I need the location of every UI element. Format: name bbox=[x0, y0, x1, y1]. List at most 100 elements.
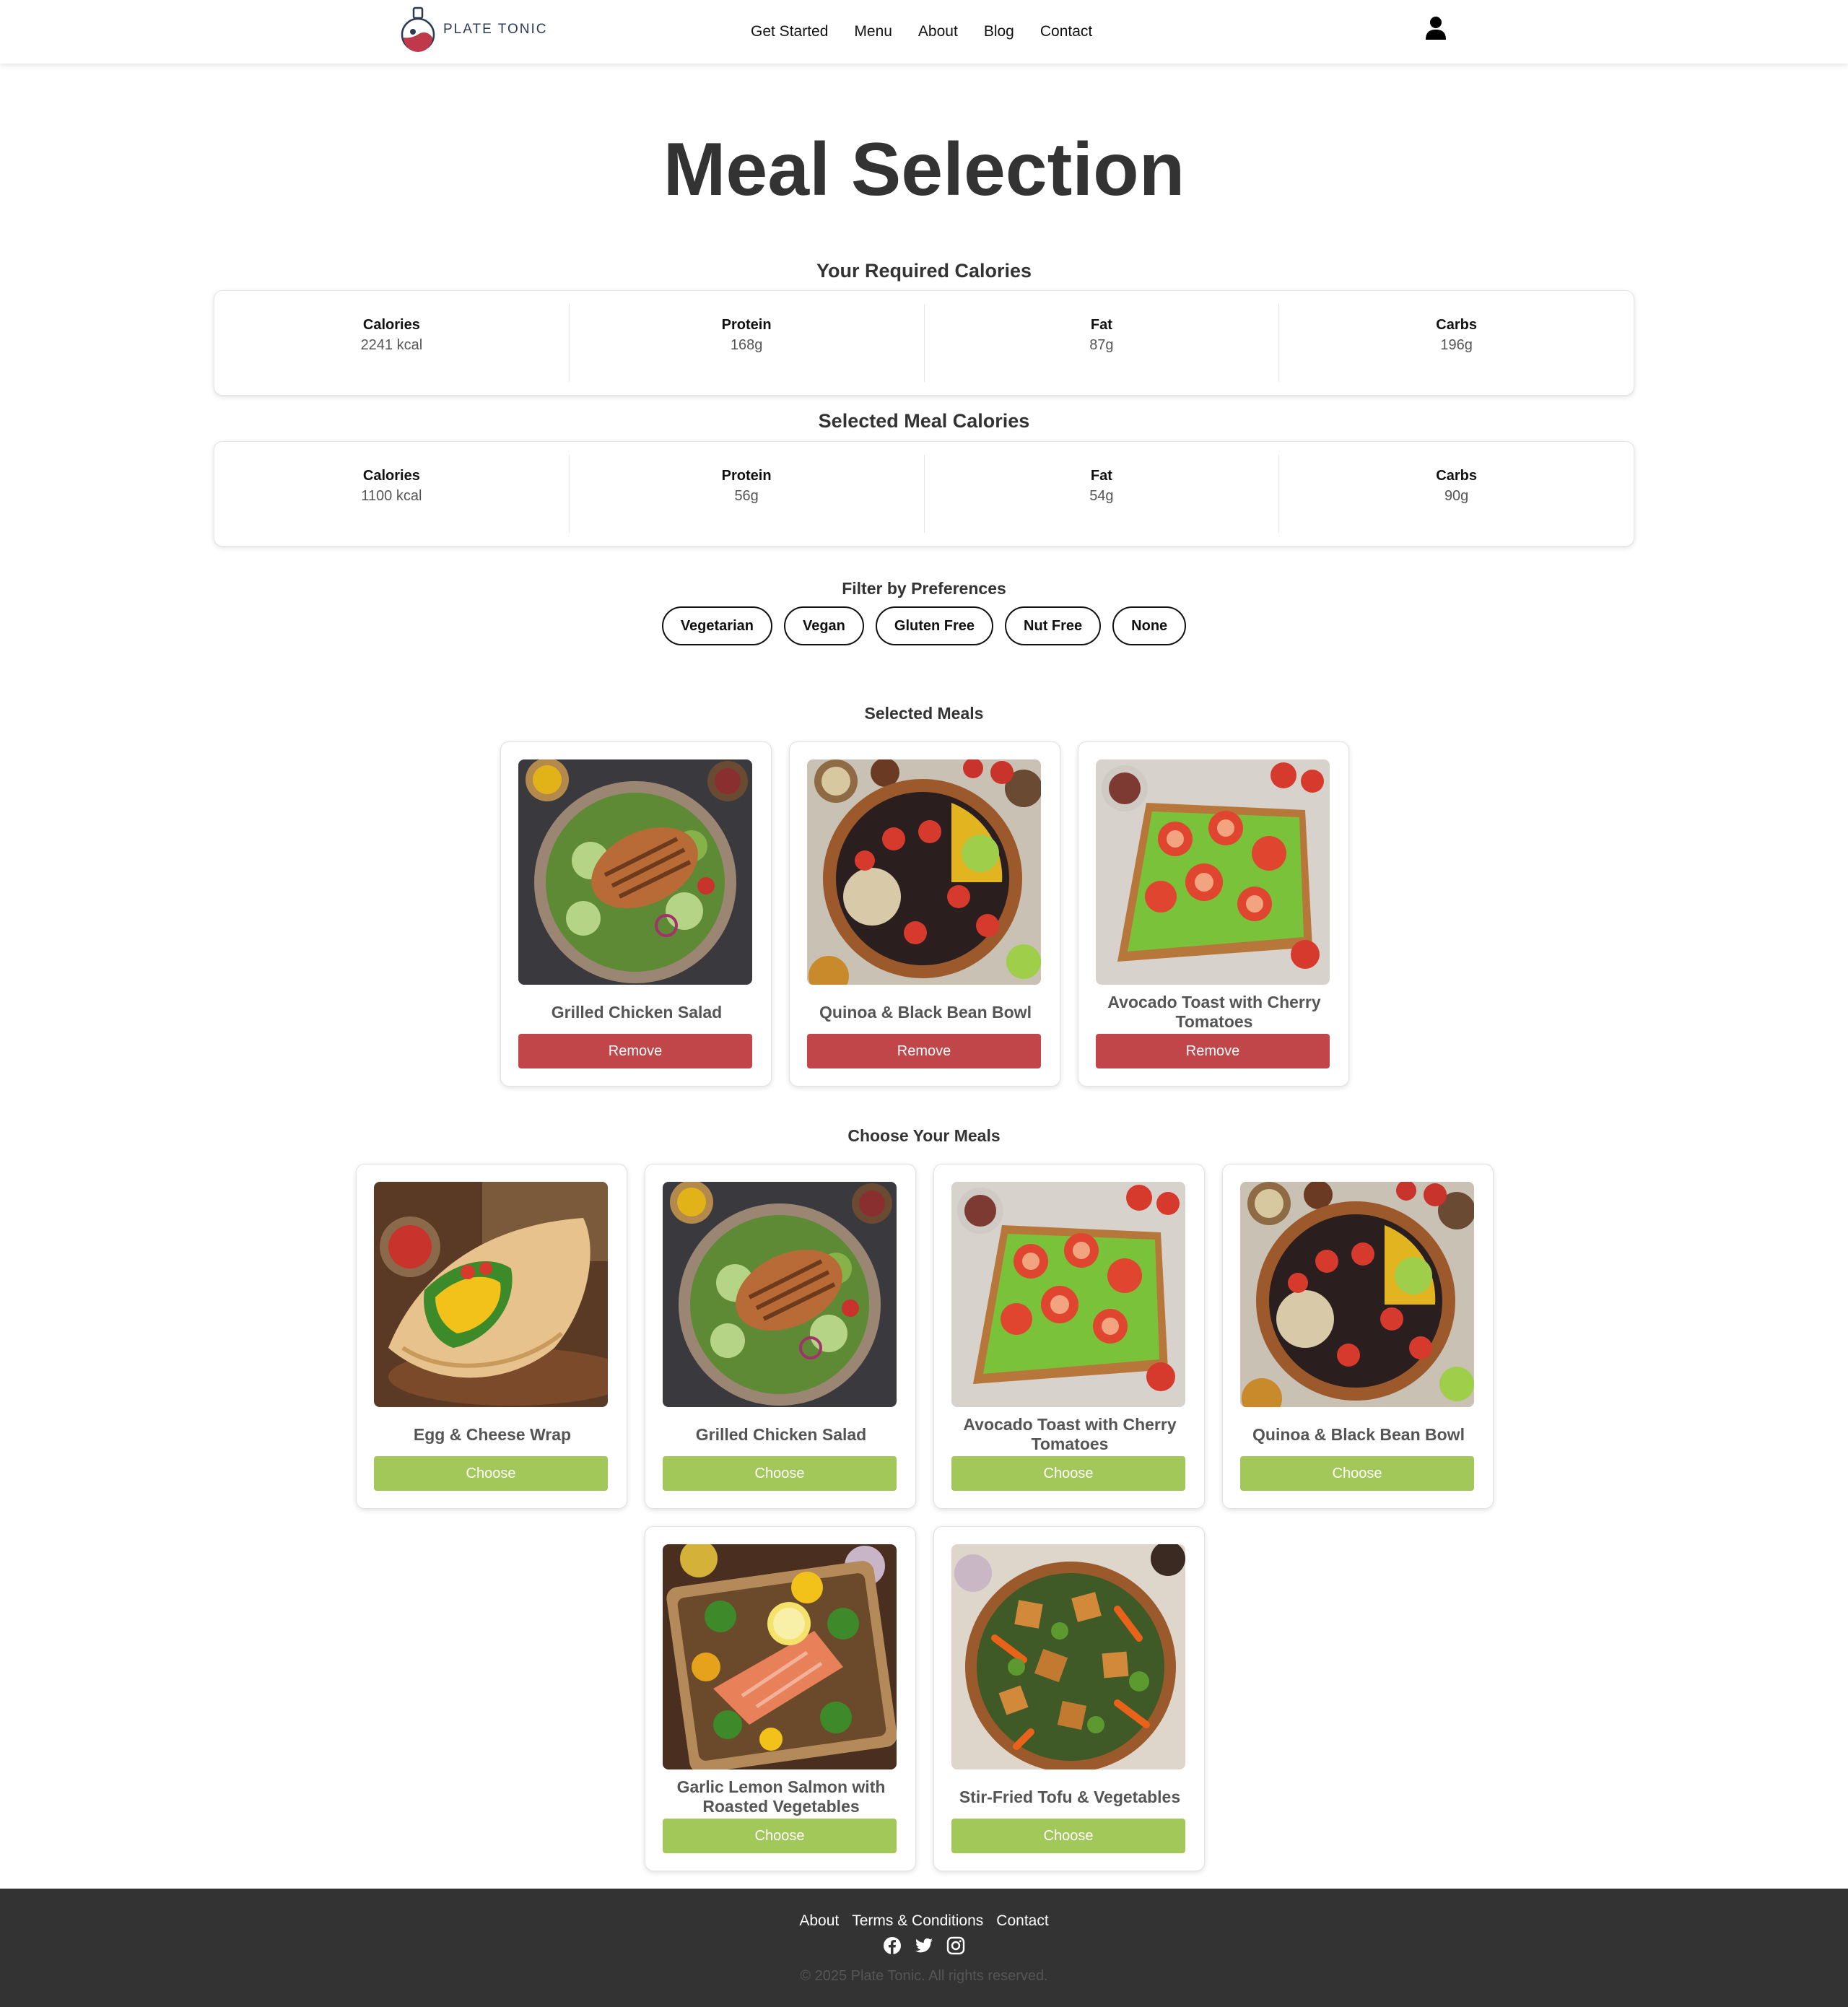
stat-label: Fat bbox=[1090, 317, 1112, 333]
nav-contact[interactable]: Contact bbox=[1040, 19, 1092, 45]
choose-meal-button[interactable]: Choose bbox=[1240, 1456, 1474, 1491]
selected-calories-panel: Calories 1100 kcal Protein 56g Fat 54g C… bbox=[214, 441, 1634, 547]
footer-links: About Terms & Conditions Contact bbox=[0, 1910, 1848, 1932]
meal-option-card: Avocado Toast with Cherry Tomatoes Choos… bbox=[933, 1164, 1205, 1509]
stat-value: 54g bbox=[1089, 488, 1114, 504]
required-fat-stat: Fat 87g bbox=[925, 304, 1280, 382]
selected-meal-card: Quinoa & Black Bean Bowl Remove bbox=[789, 741, 1060, 1087]
chicken-salad-photo bbox=[663, 1182, 897, 1407]
selected-meals-title: Selected Meals bbox=[864, 704, 984, 723]
quinoa-bowl-image bbox=[807, 759, 1041, 985]
remove-meal-button[interactable]: Remove bbox=[1096, 1034, 1330, 1068]
meal-name: Egg & Cheese Wrap bbox=[413, 1424, 572, 1444]
selected-meal-card: Grilled Chicken Salad Remove bbox=[500, 741, 772, 1087]
facebook-icon[interactable] bbox=[883, 1936, 902, 1955]
stat-value: 168g bbox=[730, 337, 763, 353]
site-header: PLATE TONIC Get Started Menu About Blog … bbox=[0, 0, 1848, 64]
stat-label: Carbs bbox=[1436, 317, 1477, 333]
chicken-salad-image bbox=[663, 1182, 897, 1407]
choose-meal-button[interactable]: Choose bbox=[663, 1819, 897, 1853]
meal-name: Stir-Fried Tofu & Vegetables bbox=[959, 1787, 1181, 1806]
nav-blog[interactable]: Blog bbox=[984, 19, 1014, 45]
required-calories-title: Your Required Calories bbox=[816, 260, 1032, 282]
selected-calories-stat: Calories 1100 kcal bbox=[214, 455, 570, 533]
choose-meals-title: Choose Your Meals bbox=[847, 1126, 1001, 1145]
logo[interactable]: PLATE TONIC bbox=[398, 6, 547, 53]
stat-label: Protein bbox=[721, 468, 772, 484]
site-footer: About Terms & Conditions Contact © 2025 … bbox=[0, 1889, 1848, 2007]
chicken-salad-photo bbox=[518, 759, 752, 985]
quinoa-bowl-photo bbox=[807, 759, 1041, 985]
filter-gluten-free-button[interactable]: Gluten Free bbox=[875, 606, 994, 645]
selected-carbs-stat: Carbs 90g bbox=[1279, 455, 1634, 533]
social-links bbox=[0, 1936, 1848, 1955]
meal-name: Garlic Lemon Salmon with Roasted Vegetab… bbox=[676, 1777, 886, 1816]
stat-label: Protein bbox=[721, 317, 772, 333]
meal-name: Quinoa & Black Bean Bowl bbox=[819, 1002, 1032, 1022]
stat-value: 56g bbox=[734, 488, 759, 504]
choose-meal-button[interactable]: Choose bbox=[663, 1456, 897, 1491]
nav-menu[interactable]: Menu bbox=[854, 19, 892, 45]
choose-meal-button[interactable]: Choose bbox=[951, 1819, 1185, 1853]
meal-name: Quinoa & Black Bean Bowl bbox=[1252, 1424, 1465, 1444]
required-calories-stat: Calories 2241 kcal bbox=[214, 304, 570, 382]
nav-get-started[interactable]: Get Started bbox=[751, 19, 828, 45]
choose-meal-button[interactable]: Choose bbox=[951, 1456, 1185, 1491]
quinoa-bowl-image bbox=[1240, 1182, 1474, 1407]
stat-value: 2241 kcal bbox=[360, 337, 423, 353]
stat-value: 87g bbox=[1089, 337, 1114, 353]
page-title: Meal Selection bbox=[663, 128, 1185, 212]
stat-label: Calories bbox=[362, 468, 420, 484]
filter-title: Filter by Preferences bbox=[842, 579, 1006, 598]
filter-nut-free-button[interactable]: Nut Free bbox=[1005, 606, 1102, 645]
filter-none-button[interactable]: None bbox=[1112, 606, 1187, 645]
filter-button-group: Vegetarian Vegan Gluten Free Nut Free No… bbox=[0, 606, 1848, 645]
user-account-icon[interactable] bbox=[1425, 16, 1447, 40]
stat-label: Carbs bbox=[1436, 468, 1477, 484]
chicken-salad-image bbox=[518, 759, 752, 985]
tofu-stirfry-photo bbox=[951, 1544, 1185, 1769]
instagram-icon[interactable] bbox=[946, 1936, 965, 1955]
selected-calories-title: Selected Meal Calories bbox=[818, 410, 1030, 432]
logo-text: PLATE TONIC bbox=[443, 22, 548, 37]
filter-vegetarian-button[interactable]: Vegetarian bbox=[661, 606, 772, 645]
selected-protein-stat: Protein 56g bbox=[570, 455, 925, 533]
avocado-toast-photo bbox=[951, 1182, 1185, 1407]
meal-name: Avocado Toast with Cherry Tomatoes bbox=[1107, 993, 1321, 1031]
required-calories-panel: Calories 2241 kcal Protein 168g Fat 87g … bbox=[214, 290, 1634, 396]
egg-wrap-photo bbox=[374, 1182, 608, 1407]
twitter-icon[interactable] bbox=[915, 1936, 933, 1955]
meal-option-card: Garlic Lemon Salmon with Roasted Vegetab… bbox=[645, 1526, 916, 1871]
footer-contact-link[interactable]: Contact bbox=[996, 1910, 1048, 1932]
avocado-toast-image bbox=[951, 1182, 1185, 1407]
stat-value: 196g bbox=[1440, 337, 1473, 353]
flask-logo-icon bbox=[401, 6, 435, 52]
filter-vegan-button[interactable]: Vegan bbox=[783, 606, 864, 645]
choose-meal-button[interactable]: Choose bbox=[374, 1456, 608, 1491]
avocado-toast-photo bbox=[1096, 759, 1330, 985]
tofu-stirfry-image bbox=[951, 1544, 1185, 1769]
quinoa-bowl-photo bbox=[1240, 1182, 1474, 1407]
copyright-text: © 2025 Plate Tonic. All rights reserved. bbox=[800, 1968, 1048, 1984]
salmon-image bbox=[663, 1544, 897, 1769]
meal-name: Avocado Toast with Cherry Tomatoes bbox=[963, 1415, 1177, 1453]
footer-about-link[interactable]: About bbox=[799, 1910, 839, 1932]
meal-option-card: Quinoa & Black Bean Bowl Choose bbox=[1222, 1164, 1494, 1509]
nav-about[interactable]: About bbox=[918, 19, 958, 45]
required-carbs-stat: Carbs 196g bbox=[1279, 304, 1634, 382]
meal-option-card: Stir-Fried Tofu & Vegetables Choose bbox=[933, 1526, 1205, 1871]
meal-name: Grilled Chicken Salad bbox=[551, 1002, 723, 1022]
main-nav: Get Started Menu About Blog Contact bbox=[751, 19, 1118, 45]
remove-meal-button[interactable]: Remove bbox=[518, 1034, 752, 1068]
egg-wrap-image bbox=[374, 1182, 608, 1407]
stat-label: Calories bbox=[362, 317, 420, 333]
meal-name: Grilled Chicken Salad bbox=[695, 1424, 867, 1444]
footer-terms-link[interactable]: Terms & Conditions bbox=[852, 1910, 983, 1932]
selected-meal-card: Avocado Toast with Cherry Tomatoes Remov… bbox=[1078, 741, 1349, 1087]
required-protein-stat: Protein 168g bbox=[570, 304, 925, 382]
salmon-photo bbox=[663, 1544, 897, 1769]
stat-value: 1100 kcal bbox=[361, 488, 422, 504]
meal-option-card: Egg & Cheese Wrap Choose bbox=[356, 1164, 627, 1509]
remove-meal-button[interactable]: Remove bbox=[807, 1034, 1041, 1068]
stat-label: Fat bbox=[1090, 468, 1112, 484]
